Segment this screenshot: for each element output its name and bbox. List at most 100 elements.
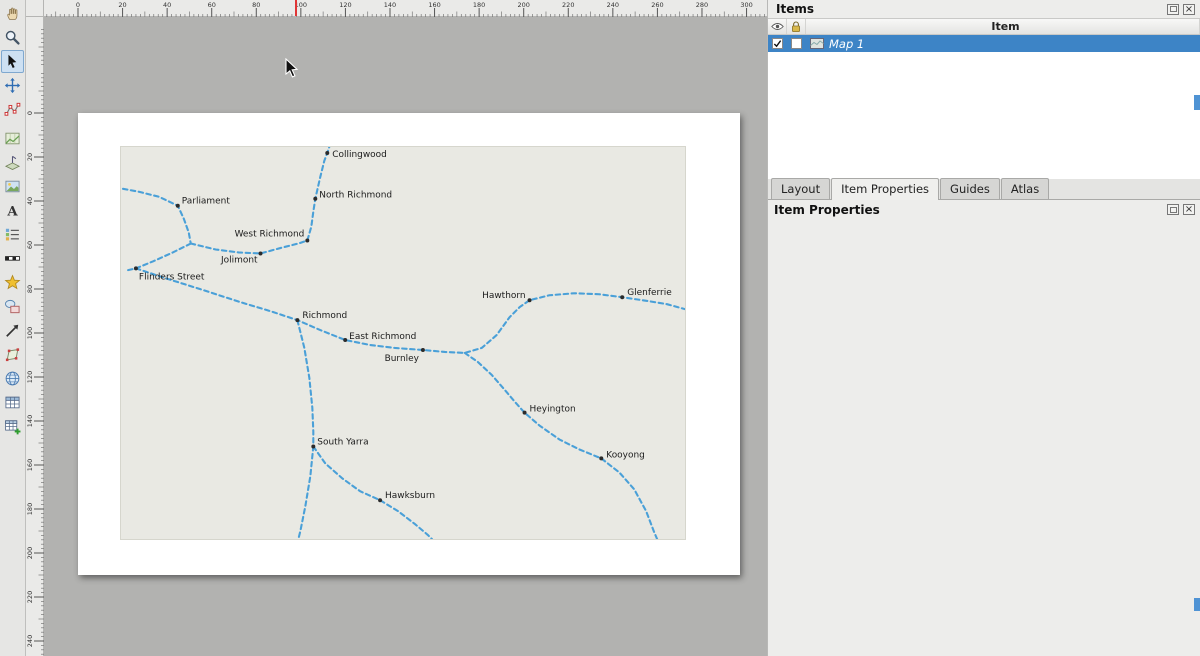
move-item-content-icon [4,77,21,94]
svg-text:160: 160 [428,1,440,9]
toolbar-add-legend-button[interactable] [1,223,24,246]
svg-text:140: 140 [384,1,396,9]
station-label: Parliament [182,197,231,207]
properties-panel-titlebar: Item Properties × [768,200,1200,219]
undock-panel-icon[interactable] [1167,4,1179,15]
dock-indicator [1194,95,1200,110]
svg-text:A: A [6,204,18,219]
close-panel-icon[interactable]: × [1183,204,1195,215]
svg-text:300: 300 [740,1,752,9]
add-3d-map-icon [4,154,21,171]
mouse-cursor [285,58,302,79]
station-point [134,266,138,270]
station-label: Glenferrie [627,288,672,298]
add-label-icon: A [4,202,21,219]
toolbar-edit-nodes-button[interactable] [1,98,24,121]
svg-text:180: 180 [26,503,34,515]
svg-text:220: 220 [26,591,34,603]
add-scalebar-icon [4,250,21,267]
toolbar-add-map-button[interactable] [1,127,24,150]
tab-atlas[interactable]: Atlas [1001,178,1049,199]
qgis-layout-window: A 02040608010012014016018020022024026028… [0,0,1200,656]
items-table-header: Item [768,18,1200,35]
station-point [343,338,347,342]
dock-tabbar: LayoutItem PropertiesGuidesAtlas [768,179,1200,200]
add-marker-icon [4,274,21,291]
close-panel-icon[interactable]: × [1183,4,1195,15]
svg-text:260: 260 [651,1,663,9]
item-label: Map 1 [829,37,864,51]
eye-icon [771,22,784,31]
svg-text:280: 280 [696,1,708,9]
station-label: Hawthorn [482,291,525,301]
toolbar-add-attribute-table-button[interactable] [1,391,24,414]
pan-icon [4,5,21,22]
tab-guides[interactable]: Guides [940,178,1000,199]
dock-indicator [1194,598,1200,611]
station-label: Richmond [302,311,347,321]
ruler-vertical: 020406080100120140160180200220240 [26,17,44,656]
tab-item-properties[interactable]: Item Properties [831,178,939,200]
toolbar-select-move-item-button[interactable] [1,50,24,73]
add-html-icon [4,370,21,387]
svg-text:100: 100 [26,327,34,339]
lock-column-header [787,19,806,34]
items-row-map-1[interactable]: Map 1 [768,35,1200,52]
ruler-cursor-marker [295,0,297,16]
layout-toolbox: A [0,0,26,656]
items-panel-titlebar: Items × [768,0,1200,18]
svg-text:200: 200 [517,1,529,9]
add-node-item-icon [4,346,21,363]
properties-panel-body [768,219,1200,656]
tab-layout[interactable]: Layout [771,178,830,199]
svg-text:180: 180 [473,1,485,9]
station-label: North Richmond [319,191,392,201]
station-point [295,318,299,322]
add-fixed-table-icon [4,418,21,435]
map-item-icon [810,38,824,49]
toolbar-add-html-button[interactable] [1,367,24,390]
svg-text:40: 40 [163,1,171,9]
lock-icon [791,21,801,33]
svg-text:200: 200 [26,547,34,559]
toolbar-add-shape-button[interactable] [1,295,24,318]
toolbar-add-label-button[interactable]: A [1,199,24,222]
toolbar-add-marker-button[interactable] [1,271,24,294]
toolbar-pan-button[interactable] [1,2,24,25]
toolbar-move-item-content-button[interactable] [1,74,24,97]
toolbar-add-picture-button[interactable] [1,175,24,198]
toolbar-add-3d-map-button[interactable] [1,151,24,174]
svg-text:160: 160 [26,459,34,471]
toolbar-zoom-button[interactable] [1,26,24,49]
visibility-checkbox[interactable] [772,38,783,49]
station-point [305,239,309,243]
add-legend-icon [4,226,21,243]
toolbar-add-node-item-button[interactable] [1,343,24,366]
undock-panel-icon[interactable] [1167,204,1179,215]
items-list: Map 1 [768,35,1200,179]
map-item[interactable]: CollingwoodNorth RichmondParliamentWest … [120,146,686,540]
add-shape-icon [4,298,21,315]
svg-text:140: 140 [26,415,34,427]
toolbar-add-scalebar-button[interactable] [1,247,24,270]
station-label: Jolimont [220,255,258,265]
svg-text:40: 40 [26,197,34,205]
zoom-icon [4,29,21,46]
ruler-horizontal: 0204060801001201401601802002202402602803… [44,0,767,17]
toolbar-add-arrow-button[interactable] [1,319,24,342]
svg-text:80: 80 [252,1,260,9]
station-point [421,348,425,352]
layout-canvas[interactable]: CollingwoodNorth RichmondParliamentWest … [44,17,767,656]
layout-page[interactable]: CollingwoodNorth RichmondParliamentWest … [78,113,740,575]
station-point [259,251,263,255]
item-column-header: Item [806,19,1200,34]
svg-text:0: 0 [76,1,80,9]
station-label: West Richmond [235,230,305,240]
station-point [528,298,532,302]
station-label: Burnley [385,354,420,364]
add-attribute-table-icon [4,394,21,411]
toolbar-add-fixed-table-button[interactable] [1,415,24,438]
svg-text:60: 60 [26,241,34,249]
right-dock: Items × Item Map 1 LayoutItem [767,0,1200,656]
lock-checkbox[interactable] [791,38,802,49]
